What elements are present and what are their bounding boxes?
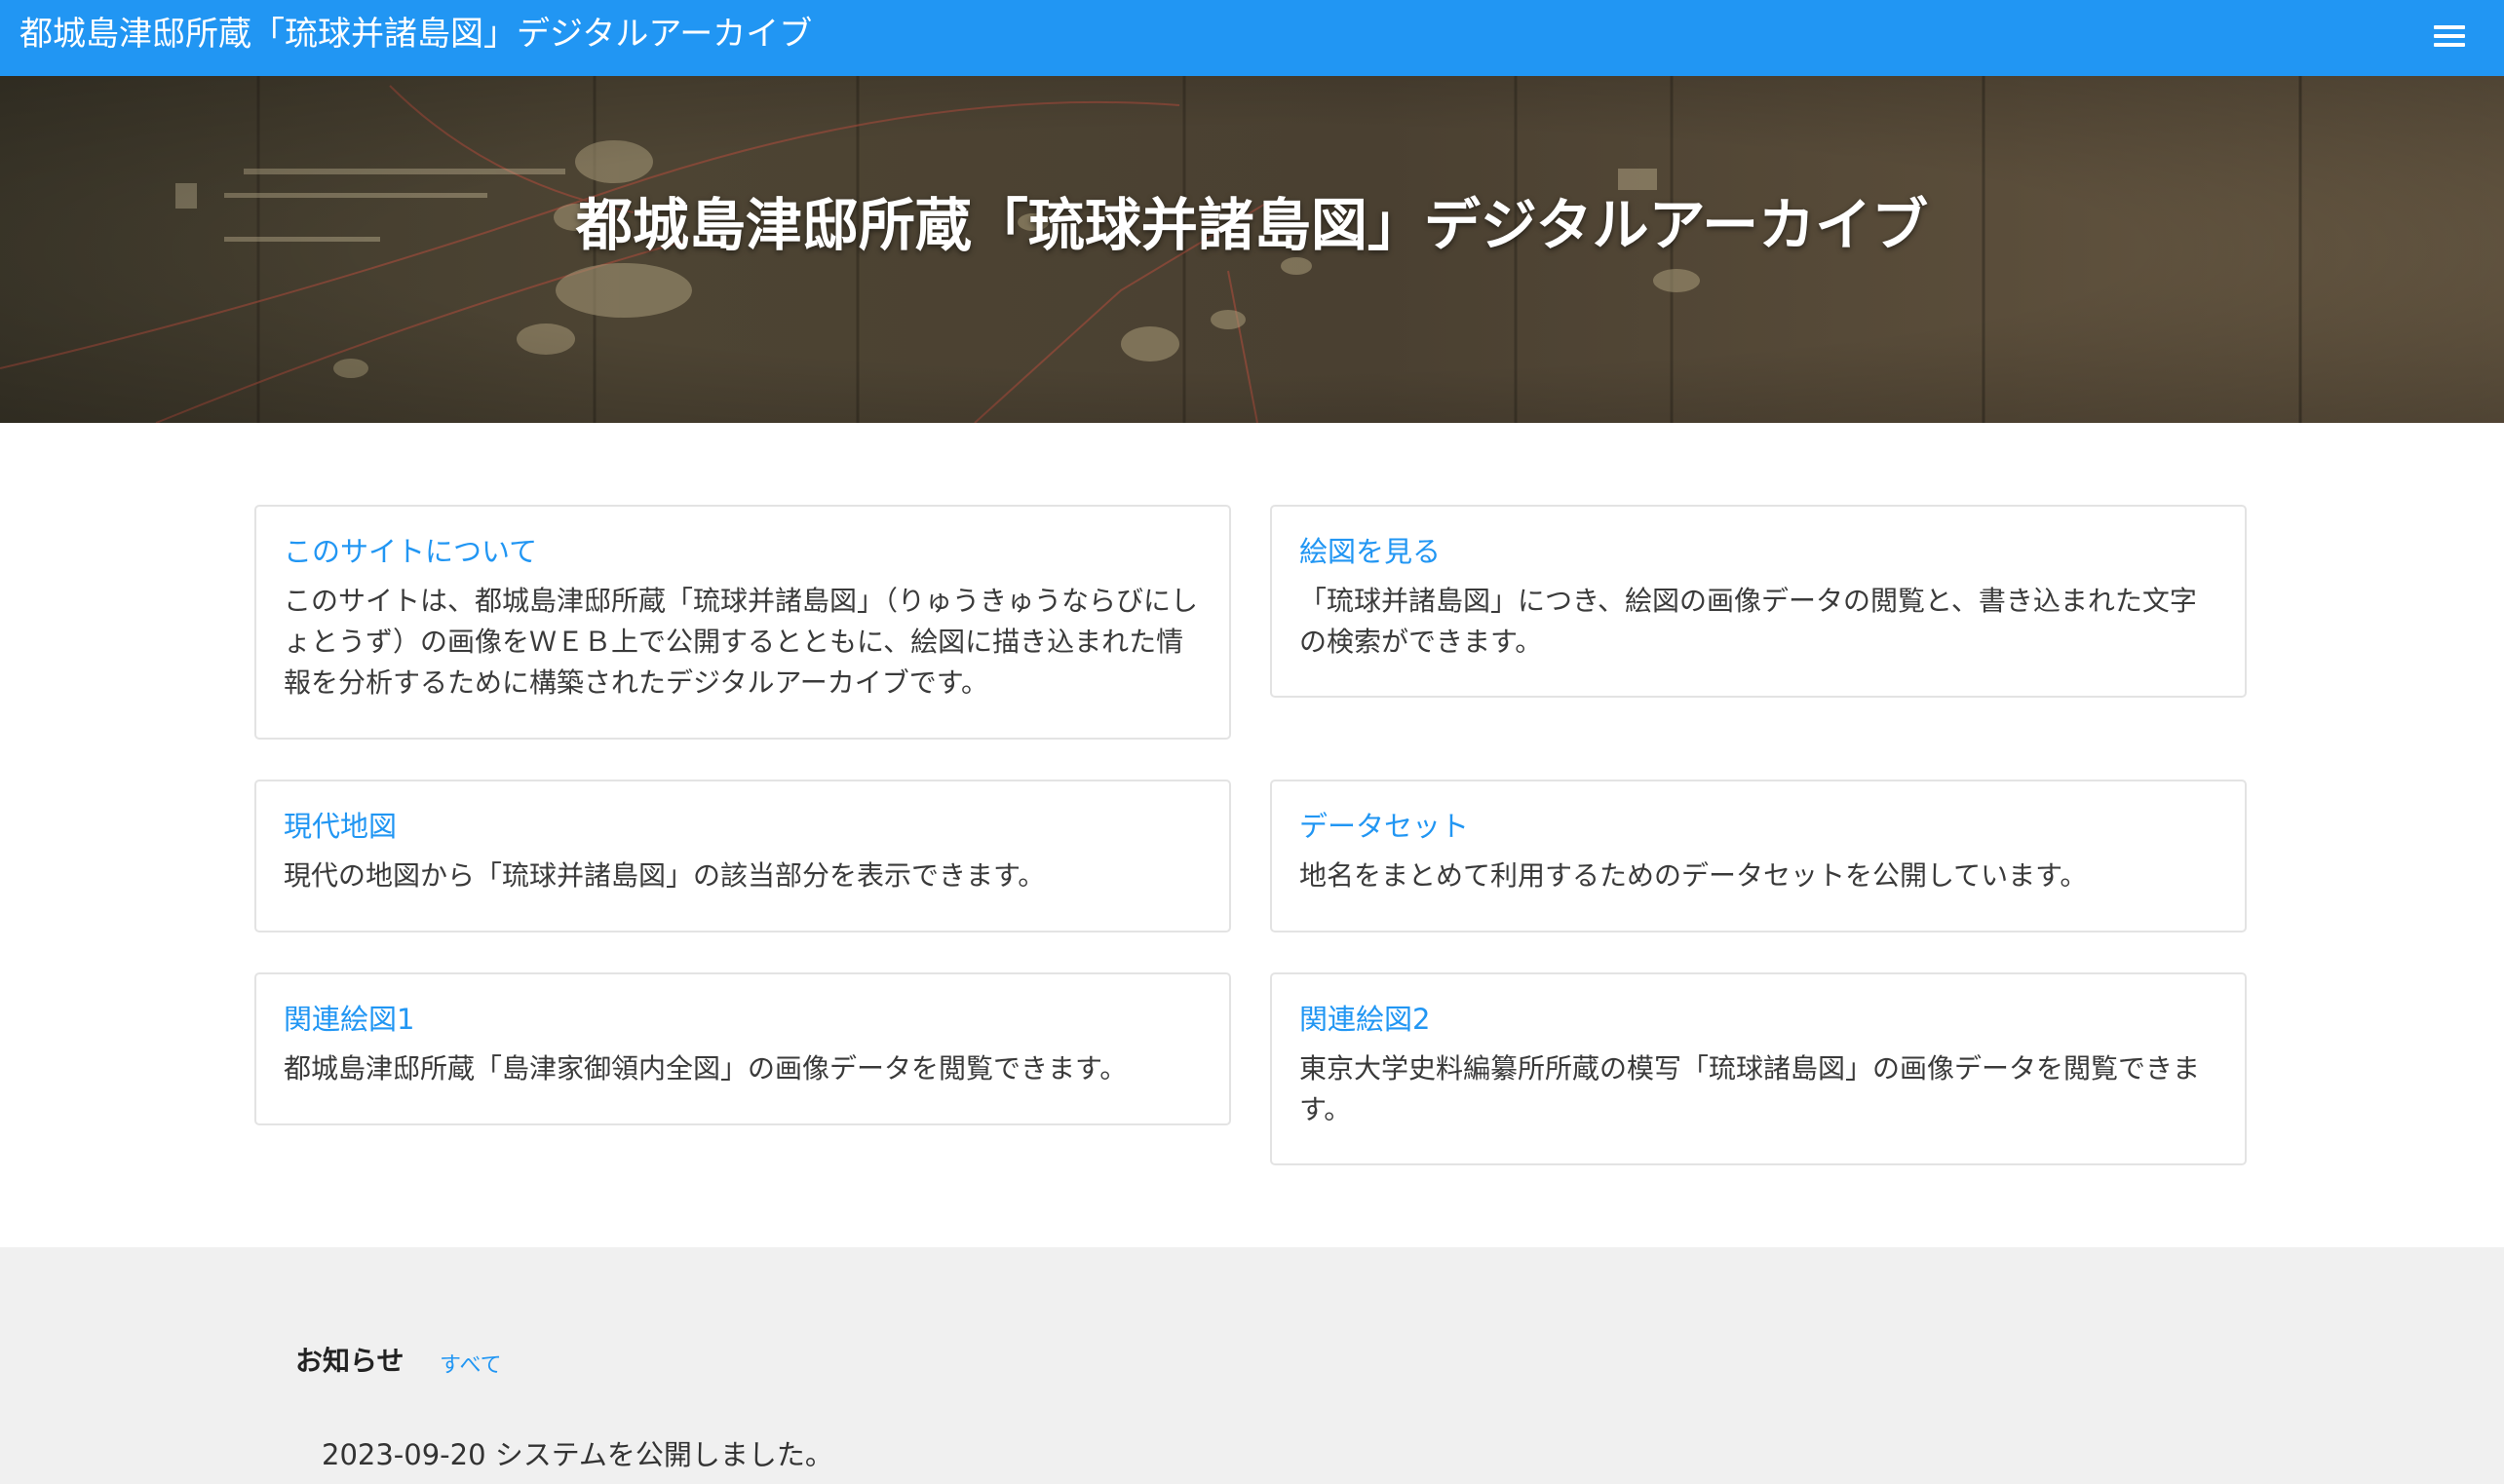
hero-title: 都城島津邸所蔵「琉球并諸島図」デジタルアーカイブ <box>0 76 2504 423</box>
card-about: このサイトについて このサイトは、都城島津邸所蔵「琉球并諸島図」（りゅうきゅうな… <box>254 505 1231 740</box>
modern-map-link[interactable]: 現代地図 <box>284 805 1202 848</box>
related-map-2-link[interactable]: 関連絵図2 <box>1299 998 2217 1041</box>
menu-button[interactable] <box>2422 14 2477 58</box>
hero-title-text: 都城島津邸所蔵「琉球并諸島図」デジタルアーカイブ <box>575 192 1929 259</box>
dataset-link[interactable]: データセット <box>1299 805 2217 848</box>
card-about-description: このサイトは、都城島津邸所蔵「琉球并諸島図」（りゅうきゅうならびにしょとうず）の… <box>284 585 1199 699</box>
site-title[interactable]: 都城島津邸所蔵「琉球并諸島図」デジタルアーカイブ <box>19 0 812 68</box>
about-link[interactable]: このサイトについて <box>284 530 1202 573</box>
news-item: 2023-09-20 システムを公開しました。 <box>322 1438 833 1471</box>
card-related-map-1: 関連絵図1 都城島津邸所蔵「島津家御領内全図」の画像データを閲覧できます。 <box>254 972 1231 1125</box>
card-modern-map-description: 現代の地図から「琉球并諸島図」の該当部分を表示できます。 <box>284 859 1046 892</box>
card-modern-map: 現代地図 現代の地図から「琉球并諸島図」の該当部分を表示できます。 <box>254 780 1231 932</box>
card-related-map-2: 関連絵図2 東京大学史料編纂所所蔵の模写「琉球諸島図」の画像データを閲覧できます… <box>1270 972 2247 1165</box>
card-dataset-description: 地名をまとめて利用するためのデータセットを公開しています。 <box>1299 859 2088 892</box>
hamburger-menu-icon <box>2434 25 2465 47</box>
related-map-1-link[interactable]: 関連絵図1 <box>284 998 1202 1041</box>
card-view-map: 絵図を見る 「琉球并諸島図」につき、絵図の画像データの閲覧と、書き込まれた文字の… <box>1270 505 2247 698</box>
card-dataset: データセット 地名をまとめて利用するためのデータセットを公開しています。 <box>1270 780 2247 932</box>
card-related-map-2-description: 東京大学史料編纂所所蔵の模写「琉球諸島図」の画像データを閲覧できます。 <box>1299 1052 2201 1125</box>
news-section: お知らせ すべて 2023-09-20 システムを公開しました。 <box>0 1247 2504 1484</box>
view-map-link[interactable]: 絵図を見る <box>1299 530 2217 573</box>
card-view-map-description: 「琉球并諸島図」につき、絵図の画像データの閲覧と、書き込まれた文字の検索ができま… <box>1299 585 2197 658</box>
card-related-map-1-description: 都城島津邸所蔵「島津家御領内全図」の画像データを閲覧できます。 <box>284 1052 1128 1084</box>
top-app-bar: 都城島津邸所蔵「琉球并諸島図」デジタルアーカイブ <box>0 0 2504 76</box>
news-heading: お知らせ <box>295 1345 404 1377</box>
hero-banner: 都城島津邸所蔵「琉球并諸島図」デジタルアーカイブ <box>0 76 2504 423</box>
news-all-link[interactable]: すべて <box>440 1348 502 1379</box>
